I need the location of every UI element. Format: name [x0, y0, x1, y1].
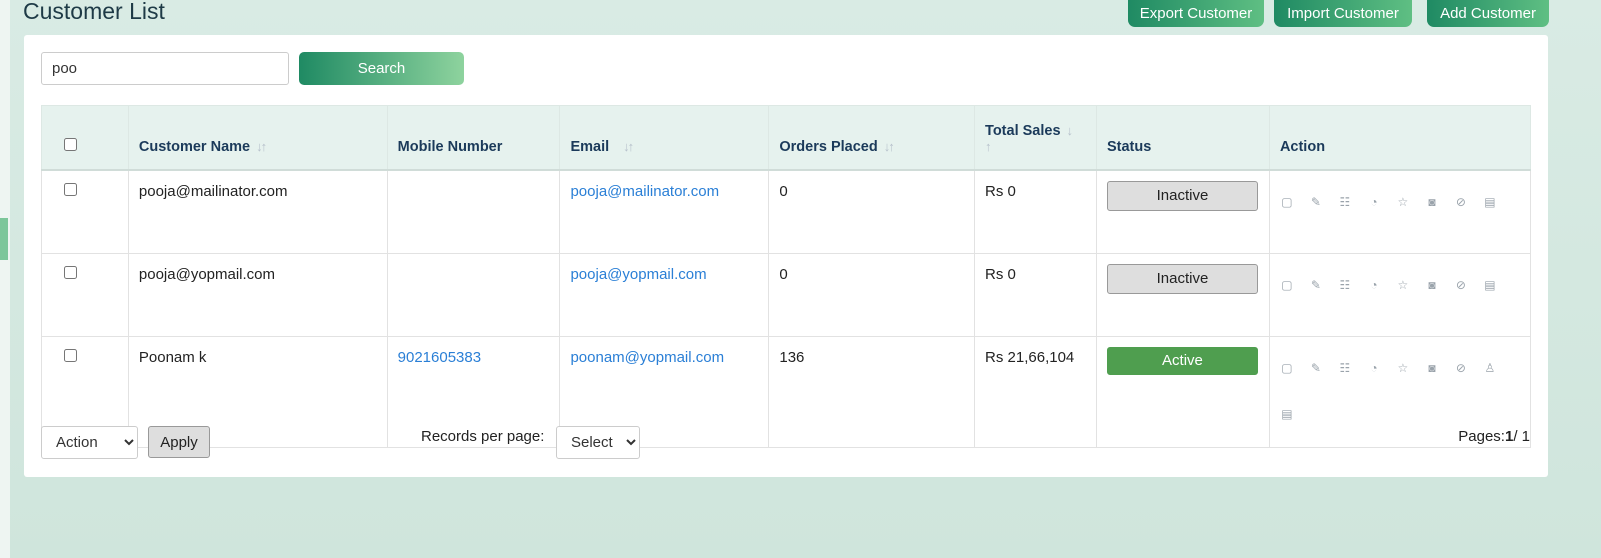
block-icon[interactable]: ⊘ [1454, 195, 1468, 209]
rating-icon[interactable]: ☆ [1396, 278, 1410, 292]
total-pages: / 1 [1513, 428, 1530, 445]
block-icon[interactable]: ⊘ [1454, 278, 1468, 292]
message-icon[interactable]: ◔ [1367, 195, 1381, 209]
col-customer-name[interactable]: Customer Name ↓↑ [127, 105, 388, 171]
sort-down-icon[interactable]: ↓ [1067, 123, 1073, 138]
select-all-checkbox[interactable] [64, 137, 77, 151]
email-link[interactable]: pooja@mailinator.com [570, 183, 719, 200]
search-button[interactable]: Search [299, 52, 464, 85]
mobile-cell [386, 169, 561, 254]
orders-cell: 136 [768, 335, 976, 448]
bulk-action-select[interactable]: Action [41, 426, 138, 459]
col-customer-name-label: Customer Name [138, 138, 251, 155]
apply-button[interactable]: Apply [148, 426, 210, 458]
status-button[interactable]: Inactive [1106, 263, 1258, 294]
mobile-cell [386, 252, 561, 337]
table-row: Poonam k 9021605383 poonam@yopmail.com 1… [41, 335, 1532, 448]
wallet-icon[interactable]: ◙ [1425, 278, 1439, 292]
col-mobile-label: Mobile Number [397, 138, 503, 155]
status-button[interactable]: Inactive [1106, 180, 1258, 211]
pages-label: Pages: [1458, 428, 1505, 445]
records-per-page-select[interactable]: Select [556, 426, 640, 459]
card-icon[interactable]: ▤ [1280, 407, 1294, 421]
edit-icon[interactable]: ✎ [1309, 195, 1323, 209]
col-total-sales[interactable]: Total Sales ↓ ↑ [974, 105, 1097, 171]
col-orders-label: Orders Placed [779, 138, 878, 155]
left-edge [0, 0, 10, 558]
view-icon[interactable]: ▢ [1280, 361, 1294, 375]
message-icon[interactable]: ◔ [1367, 278, 1381, 292]
edit-icon[interactable]: ✎ [1309, 361, 1323, 375]
add-customer-button[interactable]: Add Customer [1427, 0, 1549, 27]
import-customer-button[interactable]: Import Customer [1274, 0, 1412, 27]
status-button[interactable]: Active [1106, 346, 1258, 375]
table-header-row: Customer Name ↓↑ Mobile Number Email ↓↑ Or… [41, 105, 1532, 171]
sort-icon[interactable]: ↓↑ [884, 139, 895, 154]
customer-table: Customer Name ↓↑ Mobile Number Email ↓↑ Or… [41, 105, 1532, 448]
details-icon[interactable]: ☷ [1338, 195, 1352, 209]
orders-cell: 0 [768, 252, 976, 337]
block-icon[interactable]: ⊘ [1454, 361, 1468, 375]
col-total-sales-label: Total Sales [985, 122, 1061, 139]
details-icon[interactable]: ☷ [1338, 278, 1352, 292]
table-row: pooja@mailinator.com pooja@mailinator.co… [41, 169, 1532, 254]
message-icon[interactable]: ◔ [1367, 361, 1381, 375]
rating-icon[interactable]: ☆ [1396, 361, 1410, 375]
details-icon[interactable]: ☷ [1338, 361, 1352, 375]
col-action: Action [1268, 105, 1532, 171]
col-action-label: Action [1279, 138, 1326, 155]
customer-name-cell: pooja@mailinator.com [127, 169, 388, 254]
sidebar-toggle-tab[interactable] [0, 218, 8, 260]
sales-cell: Rs 0 [974, 252, 1097, 337]
row-checkbox[interactable] [64, 265, 77, 279]
edit-icon[interactable]: ✎ [1309, 278, 1323, 292]
rating-icon[interactable]: ☆ [1396, 195, 1410, 209]
email-link[interactable]: pooja@yopmail.com [570, 266, 706, 283]
mobile-link[interactable]: 9021605383 [398, 349, 481, 366]
sort-icon[interactable]: ↓↑ [623, 139, 634, 154]
col-email-label: Email [570, 138, 610, 155]
sort-icon[interactable]: ↓↑ [256, 139, 267, 154]
orders-cell: 0 [768, 169, 976, 254]
col-status-label: Status [1106, 138, 1152, 155]
select-all-header [41, 105, 129, 171]
col-status: Status [1095, 105, 1270, 171]
customer-name-cell: pooja@yopmail.com [127, 252, 388, 337]
export-customer-button[interactable]: Export Customer [1128, 0, 1264, 27]
customer-list-panel: Search Customer Name↓↑ Mobile Number Ema… [24, 35, 1548, 477]
row-checkbox[interactable] [64, 348, 77, 362]
wallet-icon[interactable]: ◙ [1425, 195, 1439, 209]
col-orders[interactable]: Orders Placed ↓↑ [768, 105, 976, 171]
search-input[interactable] [41, 52, 289, 85]
view-icon[interactable]: ▢ [1280, 195, 1294, 209]
card-icon[interactable]: ▤ [1483, 278, 1497, 292]
sales-cell: Rs 0 [974, 169, 1097, 254]
col-email[interactable]: Email ↓↑ [559, 105, 770, 171]
card-icon[interactable]: ▤ [1483, 195, 1497, 209]
table-row: pooja@yopmail.com pooja@yopmail.com 0 Rs… [41, 252, 1532, 337]
email-link[interactable]: poonam@yopmail.com [570, 349, 724, 366]
user-icon[interactable]: ♙ [1483, 361, 1497, 375]
row-checkbox[interactable] [64, 182, 77, 196]
records-per-page-label: Records per page: [421, 428, 545, 445]
pagination-info: Pages:1/ 1 [1458, 428, 1530, 445]
sales-cell: Rs 21,66,104 [974, 335, 1097, 448]
sort-up-icon[interactable]: ↑ [985, 139, 991, 154]
page-title: Customer List [23, 0, 165, 24]
col-mobile: Mobile Number [386, 105, 561, 171]
view-icon[interactable]: ▢ [1280, 278, 1294, 292]
wallet-icon[interactable]: ◙ [1425, 361, 1439, 375]
